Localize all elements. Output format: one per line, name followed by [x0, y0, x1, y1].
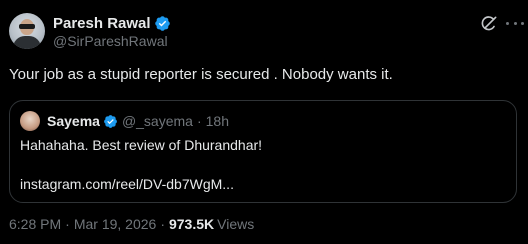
- more-dot: [521, 21, 524, 25]
- avatar-sunglasses: [19, 24, 35, 29]
- author-display-name[interactable]: Paresh Rawal: [53, 15, 151, 32]
- views-count: 973.5K: [168, 216, 215, 232]
- more-dot: [506, 21, 509, 25]
- tweet-meta: 6:28 PM · Mar 19, 2026 · 973.5K Views: [9, 216, 254, 232]
- grok-icon[interactable]: [479, 14, 499, 34]
- quoted-tweet[interactable]: Sayema @_sayema · 18h Hahahaha. Best rev…: [9, 100, 517, 203]
- quoted-avatar[interactable]: [20, 111, 40, 131]
- tweet-time[interactable]: 6:28 PM: [9, 216, 61, 232]
- verified-badge-icon: [154, 15, 170, 31]
- meta-separator: ·: [160, 216, 165, 232]
- meta-separator: ·: [65, 216, 70, 232]
- quoted-separator: ·: [196, 113, 202, 129]
- quoted-display-name[interactable]: Sayema: [47, 113, 100, 129]
- author-avatar[interactable]: [9, 13, 45, 49]
- tweet-date[interactable]: Mar 19, 2026: [74, 216, 157, 232]
- more-icon[interactable]: [506, 13, 524, 33]
- author-name-row: Paresh Rawal: [53, 13, 171, 33]
- quoted-link[interactable]: instagram.com/reel/DV-db7WgM...: [20, 176, 234, 192]
- avatar-body: [13, 36, 41, 49]
- quoted-handle[interactable]: @_sayema: [122, 113, 193, 129]
- author-handle[interactable]: @SirPareshRawal: [53, 33, 168, 49]
- tweet-card[interactable]: Paresh Rawal @SirPareshRawal Your job as…: [0, 0, 528, 244]
- verified-badge-icon: [104, 114, 117, 128]
- views-label: Views: [217, 216, 255, 232]
- quoted-text: Hahahaha. Best review of Dhurandhar!: [20, 137, 263, 153]
- more-dot: [513, 21, 517, 25]
- tweet-text: Your job as a stupid reporter is secured…: [9, 66, 393, 83]
- quoted-header: Sayema @_sayema · 18h: [47, 111, 229, 131]
- quoted-timestamp[interactable]: 18h: [206, 113, 229, 129]
